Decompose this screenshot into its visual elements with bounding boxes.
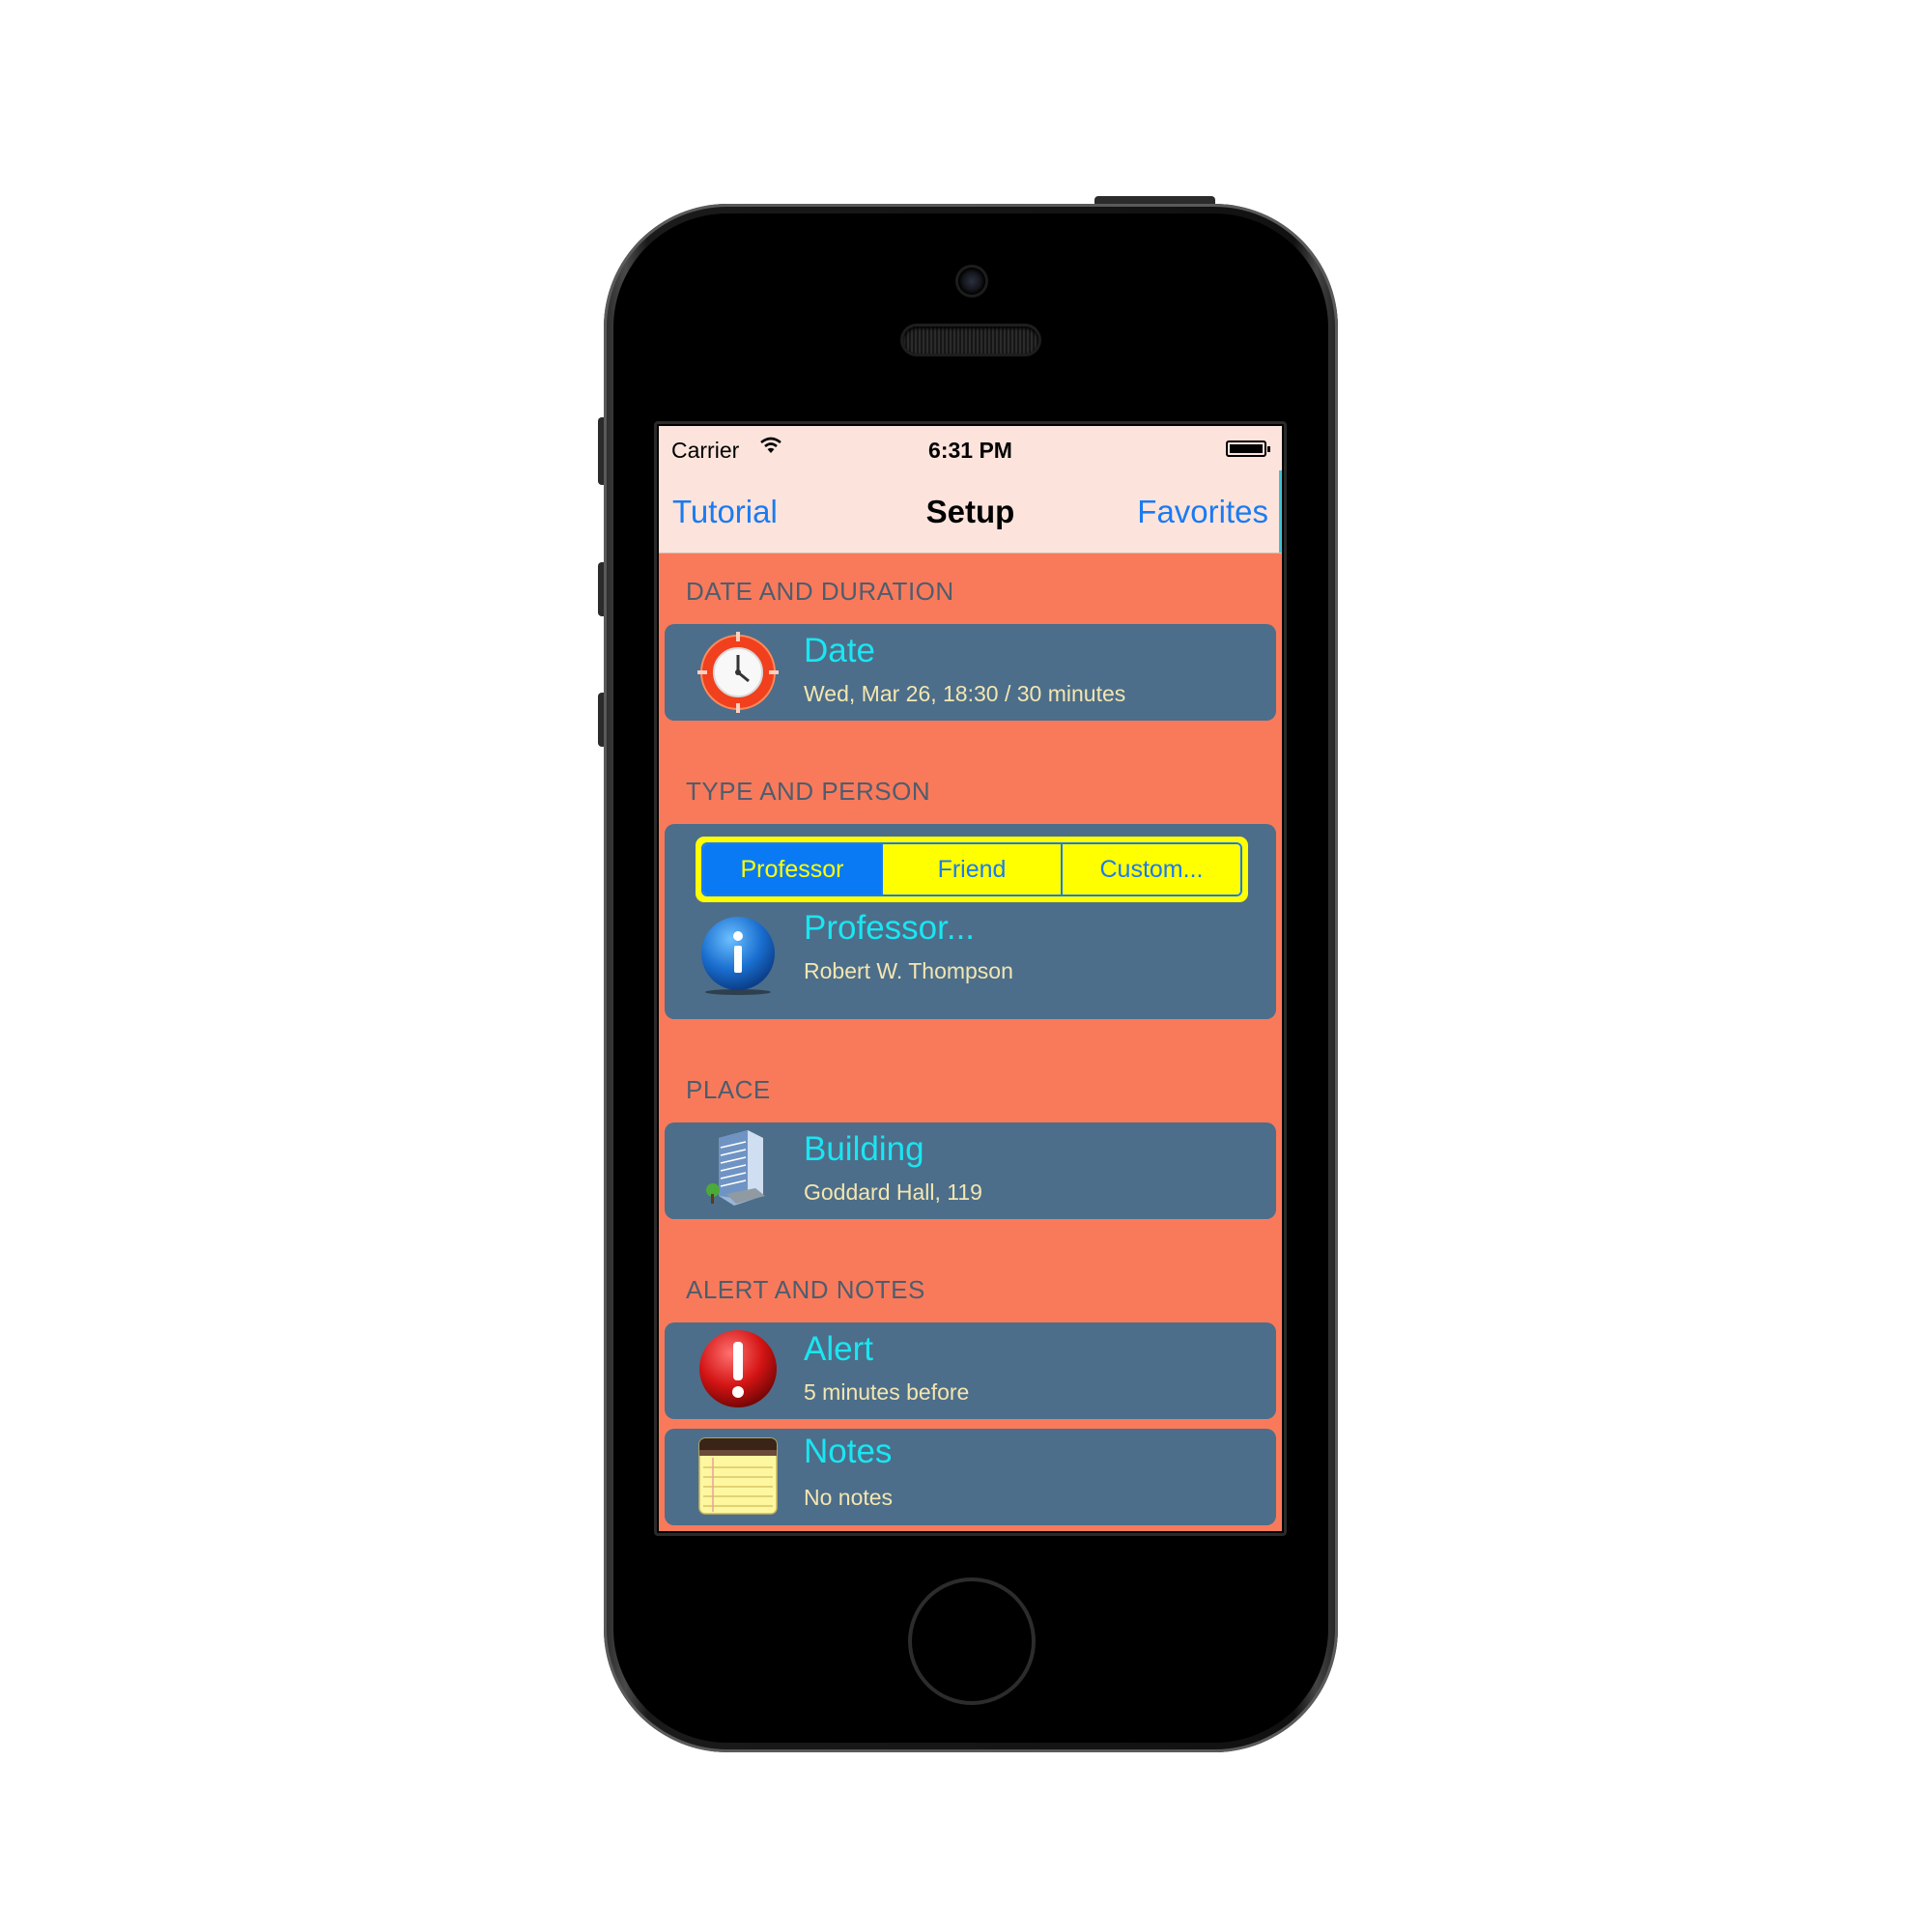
front-camera: [958, 268, 985, 295]
notes-title: Notes: [804, 1433, 893, 1470]
section-header-alert: ALERT AND NOTES: [686, 1275, 925, 1304]
segment-professor[interactable]: Professor: [703, 844, 881, 895]
segment-friend[interactable]: Friend: [881, 844, 1061, 895]
info-icon: [701, 917, 775, 995]
status-bar: Carrier 6:31 PM: [659, 426, 1282, 470]
building-title: Building: [804, 1130, 924, 1168]
section-header-type: TYPE AND PERSON: [686, 777, 931, 806]
navigation-bar: Tutorial Setup Favorites: [659, 470, 1282, 554]
alert-subtitle: 5 minutes before: [804, 1379, 970, 1405]
status-time: 6:31 PM: [928, 438, 1012, 463]
date-subtitle: Wed, Mar 26, 18:30 / 30 minutes: [804, 681, 1126, 706]
scroll-indicator: [1279, 470, 1282, 553]
date-title: Date: [804, 632, 875, 669]
home-button[interactable]: [908, 1577, 1036, 1705]
type-person-cell: Professor Friend Custom... Professor... …: [665, 824, 1276, 1019]
date-cell[interactable]: Date Wed, Mar 26, 18:30 / 30 minutes: [665, 624, 1276, 721]
building-cell[interactable]: Building Goddard Hall, 119: [665, 1122, 1276, 1219]
notes-subtitle: No notes: [804, 1485, 894, 1510]
professor-title: Professor...: [804, 909, 976, 947]
professor-name: Robert W. Thompson: [804, 958, 1013, 983]
professor-row[interactable]: Professor... Robert W. Thompson: [665, 909, 1276, 1015]
app-screen: Carrier 6:31 PM Tutorial Setup Favorites…: [659, 426, 1282, 1531]
favorites-button[interactable]: Favorites: [1137, 494, 1268, 530]
section-header-date: DATE AND DURATION: [686, 577, 954, 606]
building-icon: [706, 1130, 765, 1206]
notepad-icon: [698, 1437, 778, 1515]
person-type-segmented-control: Professor Friend Custom...: [696, 837, 1248, 902]
earpiece-speaker: [903, 327, 1038, 354]
battery-icon: [1226, 440, 1270, 457]
building-location: Goddard Hall, 119: [804, 1179, 982, 1205]
segment-custom[interactable]: Custom...: [1061, 844, 1240, 895]
alert-cell[interactable]: Alert 5 minutes before: [665, 1322, 1276, 1419]
clock-icon: [697, 632, 779, 713]
alert-title: Alert: [804, 1330, 873, 1368]
alert-icon: [699, 1330, 777, 1407]
notes-cell[interactable]: Notes No notes: [665, 1429, 1276, 1525]
section-header-place: PLACE: [686, 1075, 771, 1104]
